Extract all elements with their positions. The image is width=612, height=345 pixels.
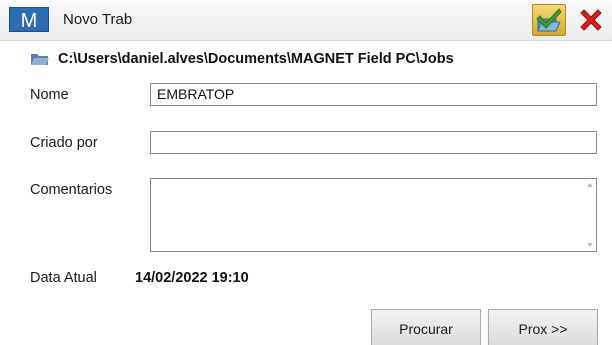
- scroll-down-arrow-icon[interactable]: [587, 243, 593, 247]
- title-bar: M Novo Trab: [0, 0, 612, 41]
- scroll-up-arrow-icon[interactable]: [587, 183, 593, 187]
- data-atual-value: 14/02/2022 19:10: [135, 270, 249, 286]
- nome-input[interactable]: EMBRATOP: [150, 83, 597, 106]
- window-title: Novo Trab: [63, 11, 133, 28]
- folder-icon: [31, 54, 49, 65]
- close-button[interactable]: [574, 4, 608, 36]
- criado-por-input[interactable]: [150, 131, 597, 154]
- nome-label: Nome: [30, 87, 69, 103]
- criado-por-label: Criado por: [30, 135, 98, 151]
- ok-button[interactable]: [532, 4, 566, 36]
- procurar-button[interactable]: Procurar: [371, 309, 481, 345]
- comentarios-textarea[interactable]: [150, 178, 597, 252]
- close-icon: [580, 9, 602, 31]
- path-text: C:\Users\daniel.alves\Documents\MAGNET F…: [58, 51, 454, 67]
- check-folder-icon: [536, 8, 562, 32]
- prox-button[interactable]: Prox >>: [488, 309, 598, 345]
- logo-letter: M: [21, 10, 38, 30]
- data-atual-label: Data Atual: [30, 270, 97, 286]
- comentarios-label: Comentarios: [30, 182, 113, 198]
- magnet-logo-icon[interactable]: M: [9, 7, 49, 32]
